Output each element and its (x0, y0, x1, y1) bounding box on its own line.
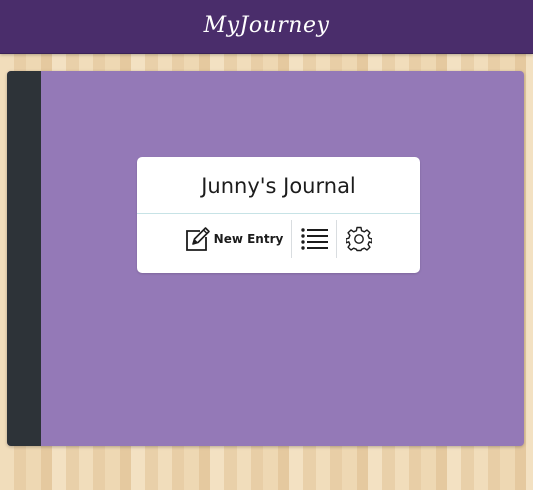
settings-button[interactable] (337, 219, 373, 259)
journal-actions: New Entry (137, 216, 420, 262)
new-entry-button[interactable]: New Entry (185, 219, 292, 259)
journal-book[interactable]: Junny's Journal New Entry (7, 71, 524, 446)
book-spine (7, 71, 41, 446)
app-title: MyJourney (203, 13, 330, 38)
new-entry-label: New Entry (213, 232, 284, 246)
journal-title-card: Junny's Journal New Entry (137, 157, 420, 273)
list-icon (301, 228, 329, 250)
journal-title: Junny's Journal (137, 157, 420, 214)
app-header: MyJourney (0, 0, 533, 54)
entries-list-button[interactable] (292, 219, 336, 259)
edit-icon (185, 226, 211, 252)
gear-icon (346, 226, 373, 252)
